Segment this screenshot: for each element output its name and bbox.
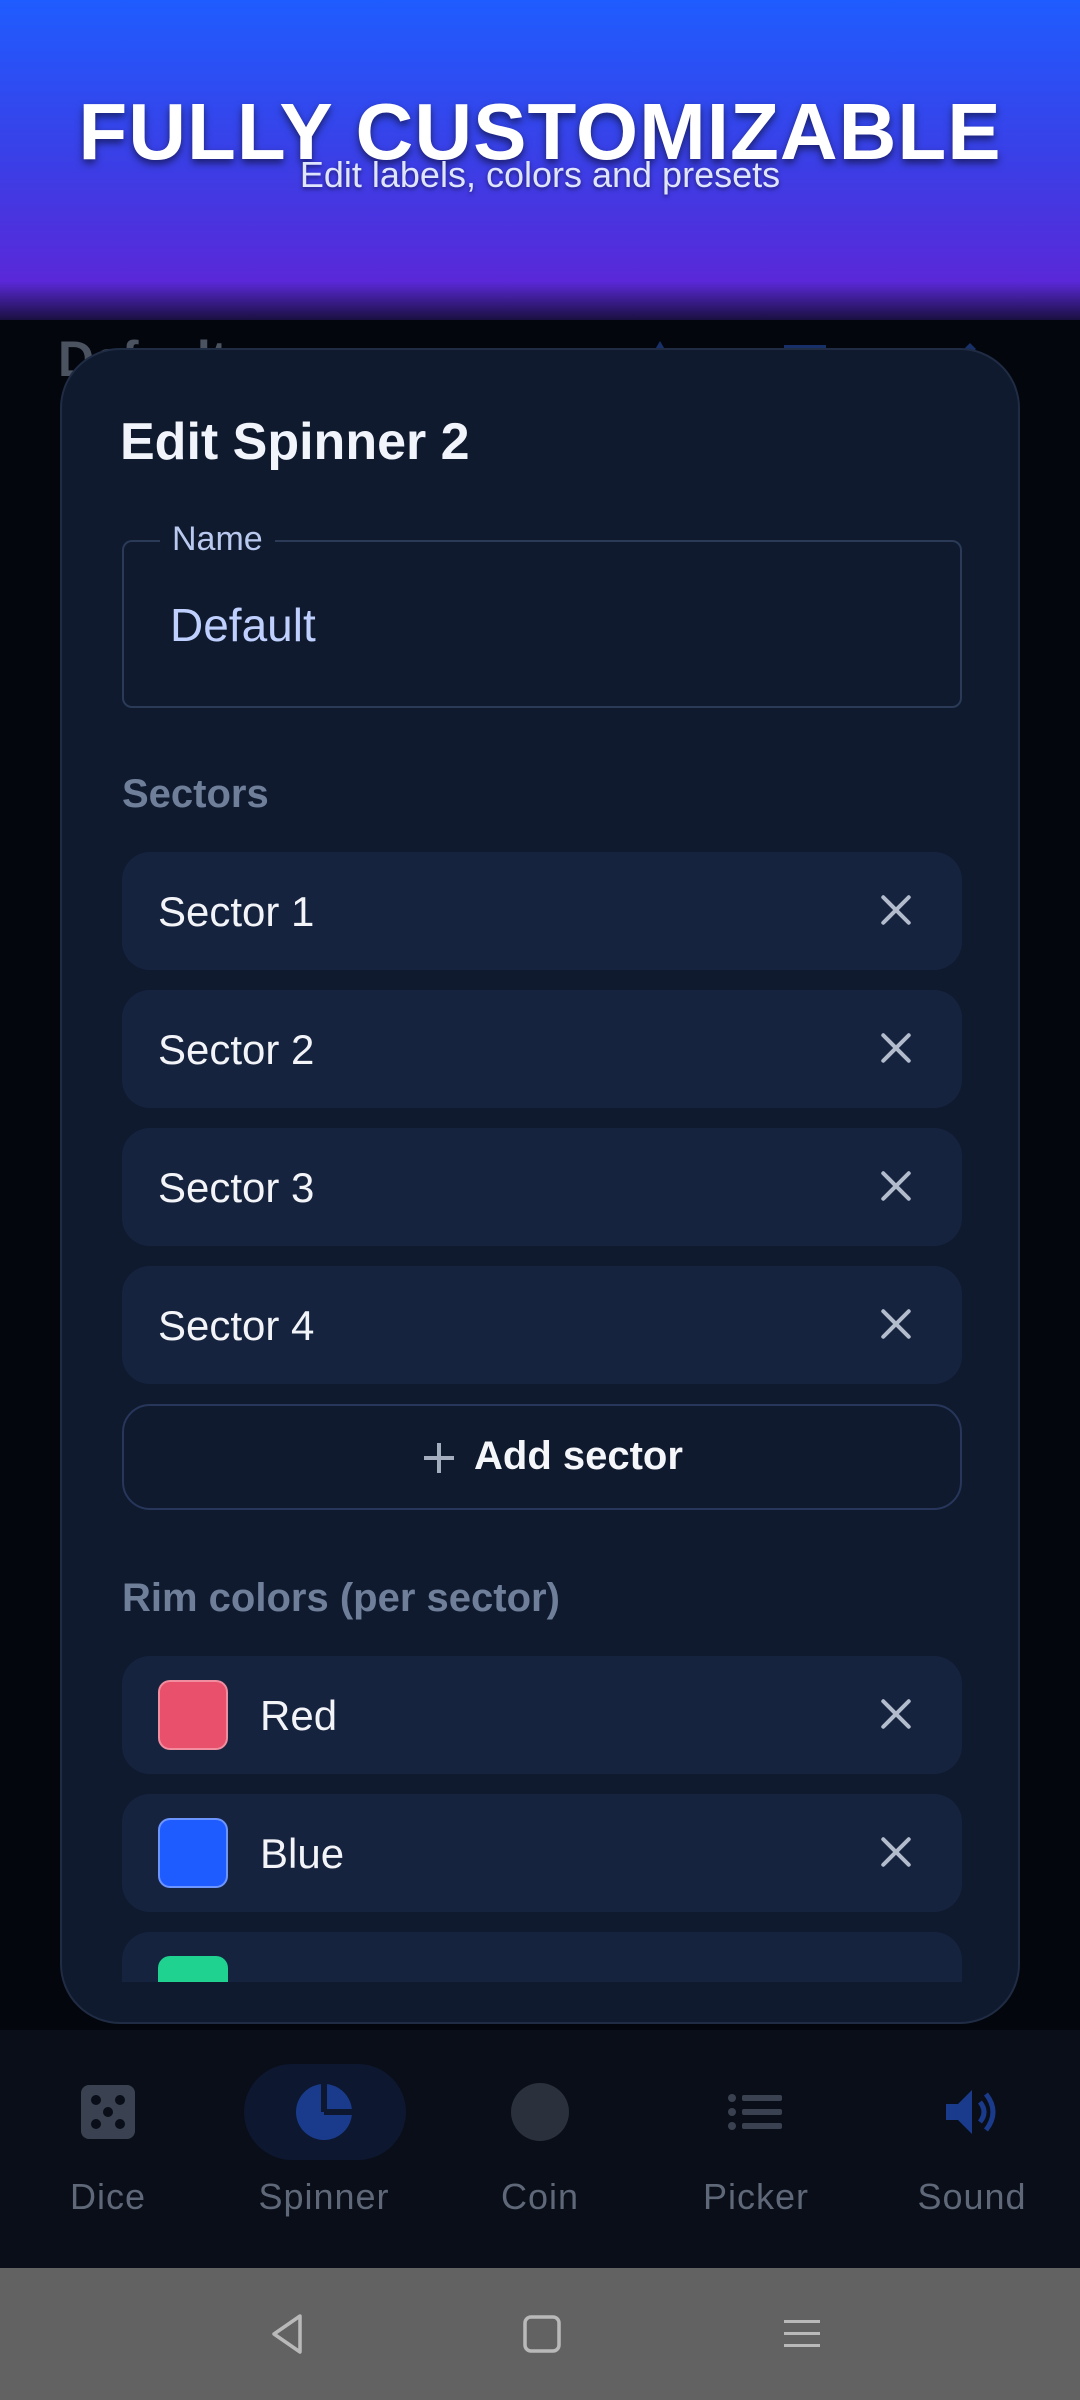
nav-label-spinner: Spinner [258,2176,390,2217]
home-icon[interactable] [516,2308,568,2360]
sector-row[interactable]: Sector 2 [122,990,962,1108]
remove-sector-icon[interactable] [866,880,926,940]
volume-icon [942,2082,1002,2142]
sector-label[interactable]: Sector 1 [158,888,314,936]
nav-label-coin: Coin [500,2176,580,2217]
sector-row[interactable]: Sector 3 [122,1128,962,1246]
remove-sector-icon[interactable] [866,1156,926,1216]
sector-row[interactable]: Sector 1 [122,852,962,970]
coin-icon [510,2082,570,2142]
color-swatch[interactable] [158,1680,228,1750]
nav-item-dice[interactable]: Dice [0,2030,216,2268]
dialog-title: Edit Spinner 2 [120,413,470,471]
nav-label-dice: Dice [69,2176,147,2217]
add-sector-button[interactable]: Add sector [122,1404,962,1510]
rim-color-label[interactable]: Blue [260,1830,344,1878]
dice-icon [78,2082,138,2142]
promo-banner: FULLY CUSTOMIZABLE Edit labels, colors a… [0,0,1080,320]
menu-icon[interactable] [776,2308,828,2360]
name-field-value[interactable]: Default [170,598,316,652]
list-icon [726,2082,786,2142]
sector-label[interactable]: Sector 4 [158,1302,314,1350]
nav-label-picker: Picker [702,2176,810,2217]
color-swatch[interactable] [158,1956,228,1982]
name-field[interactable]: Name Default [122,520,962,708]
sector-label[interactable]: Sector 2 [158,1026,314,1074]
promo-subtitle: Edit labels, colors and presets [299,154,781,195]
sector-row[interactable]: Sector 4 [122,1266,962,1384]
rim-color-row[interactable]: Blue [122,1794,962,1912]
edit-spinner-dialog: Edit Spinner 2 Name Default Sectors Sect… [60,348,1020,2024]
nav-label-sound: Sound [917,2176,1027,2217]
rim-color-row-partial[interactable] [122,1932,962,1982]
rim-colors-label: Rim colors (per sector) [122,1576,560,1620]
back-icon[interactable] [262,2308,314,2360]
system-nav-bar [0,2268,1080,2400]
remove-sector-icon[interactable] [866,1018,926,1078]
add-sector-label: Add sector [474,1434,683,1478]
sector-label[interactable]: Sector 3 [158,1164,314,1212]
sectors-label: Sectors [122,772,269,816]
nav-item-spinner[interactable]: Spinner [216,2030,432,2268]
rim-color-row[interactable]: Red [122,1656,962,1774]
plus-icon [414,1432,466,1484]
rim-color-label[interactable]: Red [260,1692,337,1740]
remove-color-icon[interactable] [866,1822,926,1882]
spinner-icon [294,2082,354,2142]
remove-color-icon[interactable] [866,1684,926,1744]
remove-sector-icon[interactable] [866,1294,926,1354]
bottom-nav: Dice Spinner Coin Picker Sound [0,2030,1080,2268]
color-swatch[interactable] [158,1818,228,1888]
name-field-label: Name [160,520,275,559]
nav-item-coin[interactable]: Coin [432,2030,648,2268]
nav-item-picker[interactable]: Picker [648,2030,864,2268]
nav-item-sound[interactable]: Sound [864,2030,1080,2268]
